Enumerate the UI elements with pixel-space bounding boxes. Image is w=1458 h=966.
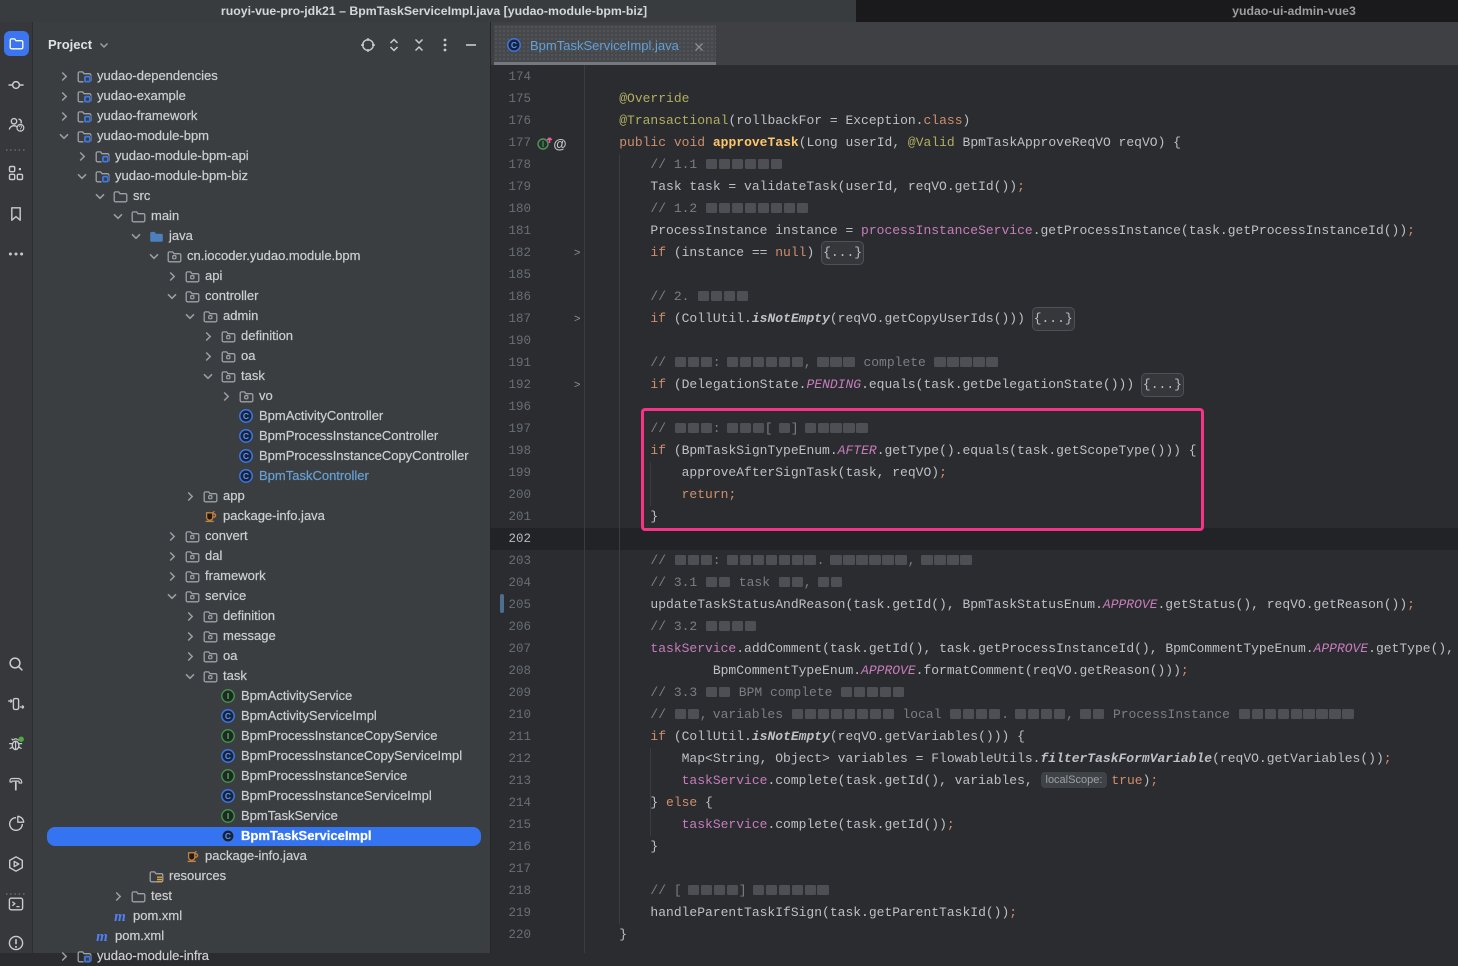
svg-text:C: C (511, 40, 517, 50)
svg-text:@: @ (553, 137, 566, 152)
svg-text:C: C (243, 451, 249, 461)
svg-text:C: C (243, 431, 249, 441)
svg-text:?: ? (18, 125, 22, 132)
svg-text:I: I (542, 140, 544, 149)
svg-text:I: I (227, 771, 229, 781)
svg-text:C: C (225, 711, 231, 721)
svg-text:I: I (227, 691, 229, 701)
svg-text:C: C (225, 751, 231, 761)
svg-text:C: C (243, 471, 249, 481)
svg-text:m: m (114, 909, 126, 924)
svg-text:C: C (225, 831, 231, 841)
svg-text:m: m (96, 929, 108, 944)
svg-text:I: I (227, 731, 229, 741)
svg-text:C: C (225, 791, 231, 801)
svg-text:I: I (227, 811, 229, 821)
svg-text:C: C (243, 411, 249, 421)
